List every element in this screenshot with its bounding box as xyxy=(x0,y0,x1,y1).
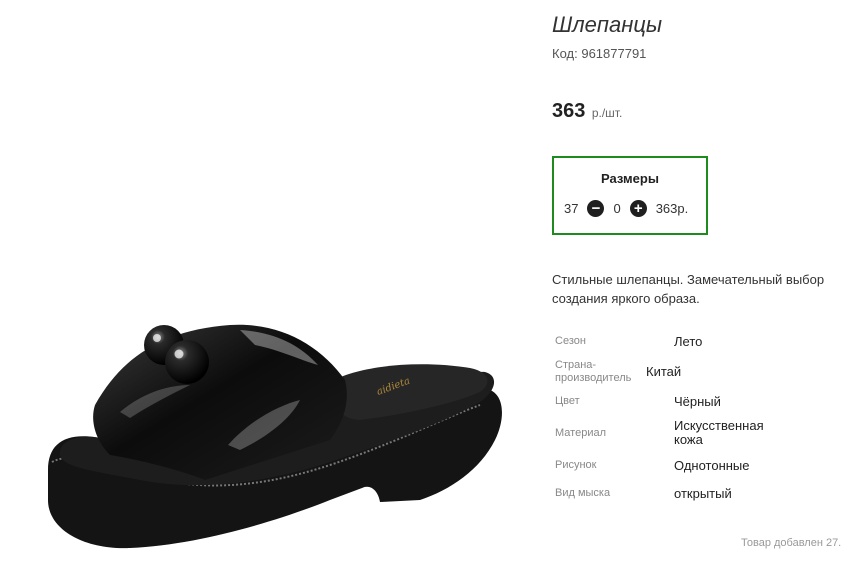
spec-value-toe: открытый xyxy=(674,486,732,501)
spec-value-country: Китай xyxy=(646,364,682,379)
spec-value-material: Искусственная кожа xyxy=(674,418,764,447)
sizes-title: Размеры xyxy=(601,171,659,186)
increase-quantity-button[interactable]: + xyxy=(629,200,647,217)
product-code-value: 961877791 xyxy=(581,46,647,61)
spec-value-pattern: Однотонные xyxy=(674,458,750,473)
product-code-label: Код: xyxy=(552,46,578,61)
description-line: Стильные шлепанцы. Замечательный выбор xyxy=(552,272,825,287)
product-description: Стильные шлепанцы. Замечательный выбор с… xyxy=(552,270,851,308)
size-label: 37 xyxy=(564,201,579,216)
sandal-photo: aidieta xyxy=(48,324,502,549)
plus-icon: + xyxy=(633,200,643,217)
spec-label-color: Цвет xyxy=(555,395,580,407)
product-image[interactable]: aidieta xyxy=(0,0,545,565)
spec-label-pattern: Рисунок xyxy=(555,459,597,471)
minus-icon: − xyxy=(591,200,601,217)
size-row: 37 − 0 + 363р. xyxy=(564,200,688,217)
quantity-value: 0 xyxy=(613,201,621,216)
spec-label-country: Страна-производитель xyxy=(555,359,632,384)
product-price: 363 р./шт. xyxy=(552,100,622,123)
spec-value-color: Чёрный xyxy=(674,394,721,409)
spec-label-material: Материал xyxy=(555,427,606,439)
added-date-note: Товар добавлен 27. xyxy=(741,537,842,549)
spec-label-season: Сезон xyxy=(555,335,586,347)
spec-value-season: Лето xyxy=(674,334,703,349)
size-total-price: 363р. xyxy=(655,201,689,216)
product-title: Шлепанцы xyxy=(552,12,663,37)
sizes-box: Размеры 37 − 0 + 363р. xyxy=(552,156,708,235)
description-line: создания яркого образа. xyxy=(552,291,700,306)
decrease-quantity-button[interactable]: − xyxy=(587,200,605,217)
spec-label-toe: Вид мыска xyxy=(555,487,611,499)
price-value: 363 xyxy=(552,100,586,122)
price-unit: р./шт. xyxy=(591,106,623,120)
product-code: Код: 961877791 xyxy=(552,46,646,61)
